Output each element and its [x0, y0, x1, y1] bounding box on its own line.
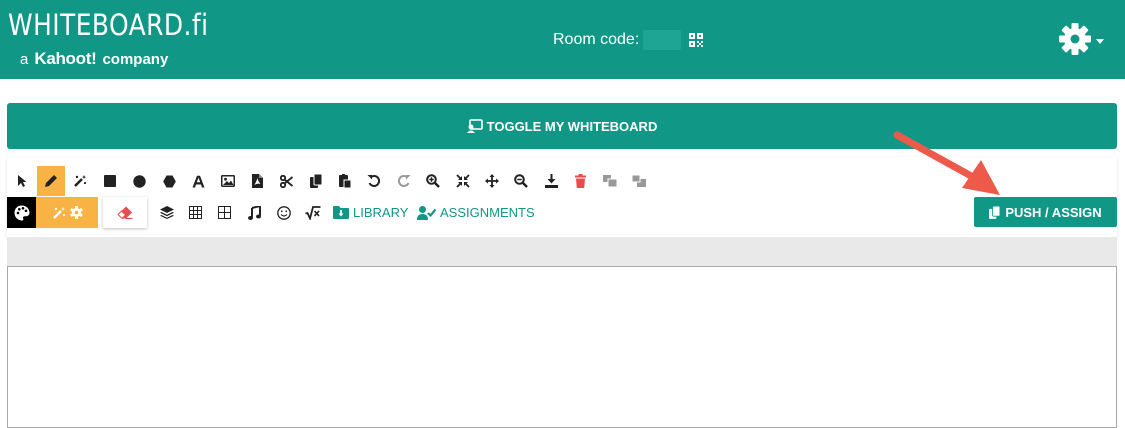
canvas-toolbar-spacer	[7, 237, 1117, 267]
image-tool[interactable]	[214, 166, 242, 196]
layers-icon	[160, 206, 174, 219]
chevron-down-icon	[1096, 38, 1104, 44]
compress-icon	[456, 174, 470, 188]
text-tool[interactable]	[184, 166, 212, 196]
square-icon	[104, 175, 116, 187]
logo-sub-company: company	[102, 51, 169, 68]
room-code-label: Room code:	[553, 31, 640, 48]
send-backward-tool[interactable]	[625, 166, 653, 196]
music-staff-button[interactable]	[241, 197, 267, 228]
gear-icon	[1059, 23, 1091, 55]
assignments-button[interactable]: ASSIGNMENTS	[417, 197, 535, 228]
scissors-icon	[279, 174, 293, 188]
hexagon-icon	[162, 175, 176, 187]
grid-dense-icon	[188, 206, 202, 219]
whiteboard-user-icon	[466, 119, 483, 133]
folder-download-icon	[333, 206, 349, 219]
library-button[interactable]: LIBRARY	[333, 197, 408, 228]
magic-pen-tool[interactable]	[66, 166, 94, 196]
smiley-icon	[277, 205, 291, 220]
copy-icon	[310, 174, 322, 188]
eraser-icon	[117, 206, 133, 219]
zoom-in-tool[interactable]	[419, 166, 447, 196]
color-palette-button[interactable]	[7, 197, 36, 228]
grid-dense-button[interactable]	[182, 197, 208, 228]
push-assign-label: PUSH / ASSIGN	[1005, 204, 1102, 220]
paste-tool[interactable]	[331, 166, 359, 196]
push-assign-button[interactable]: PUSH / ASSIGN	[974, 197, 1117, 227]
pointer-icon	[18, 175, 27, 187]
kahoot-brand: Kahoot!	[34, 49, 97, 68]
arrows-move-icon	[485, 174, 499, 188]
grid-icon	[217, 206, 231, 219]
text-icon	[192, 175, 204, 187]
download-icon	[544, 174, 558, 188]
toggle-label: TOGGLE MY WHITEBOARD	[486, 118, 658, 134]
fit-tool[interactable]	[449, 166, 477, 196]
library-label: LIBRARY	[353, 205, 409, 220]
redo-tool[interactable]	[390, 166, 418, 196]
paste-icon	[339, 174, 351, 188]
qr-code-icon[interactable]	[689, 33, 704, 47]
circle-tool[interactable]	[125, 166, 153, 196]
drawing-toolbar: LIBRARY ASSIGNMENTS PUSH / ASSIGN	[7, 157, 1117, 237]
pen-settings-button[interactable]	[36, 197, 98, 228]
cog-icon	[69, 206, 83, 219]
polygon-tool[interactable]	[155, 166, 183, 196]
copy-icon	[989, 205, 1001, 219]
pen-tool[interactable]	[37, 166, 65, 196]
image-icon	[221, 175, 235, 187]
math-formula-button[interactable]	[300, 197, 326, 228]
redo-icon	[397, 174, 411, 187]
room-code-value	[643, 30, 682, 50]
pdf-tool[interactable]	[243, 166, 271, 196]
logo-sub-a: a	[20, 51, 29, 68]
whiteboard-canvas[interactable]	[7, 266, 1117, 428]
bring-forward-tool[interactable]	[596, 166, 624, 196]
assignments-label: ASSIGNMENTS	[440, 205, 535, 220]
delete-tool[interactable]	[566, 166, 594, 196]
zoom-out-icon	[514, 174, 528, 188]
trash-icon	[574, 174, 586, 188]
palette-icon	[14, 205, 29, 220]
eraser-button[interactable]	[103, 197, 147, 228]
cut-tool[interactable]	[272, 166, 300, 196]
select-tool[interactable]	[8, 166, 36, 196]
file-pdf-icon	[251, 174, 263, 188]
download-tool[interactable]	[537, 166, 565, 196]
emoji-button[interactable]	[271, 197, 297, 228]
toggle-my-whiteboard-button[interactable]: TOGGLE MY WHITEBOARD	[7, 103, 1117, 149]
zoom-in-icon	[426, 174, 440, 188]
undo-tool[interactable]	[360, 166, 388, 196]
circle-icon	[132, 174, 146, 188]
magic-wand-icon	[74, 175, 87, 187]
layers-button[interactable]	[154, 197, 180, 228]
top-header: WHITEBOARD.fi a Kahoot! company Room cod…	[0, 0, 1125, 79]
send-backward-icon	[632, 175, 646, 187]
user-check-icon	[417, 205, 436, 220]
copy-tool[interactable]	[302, 166, 330, 196]
grid-button[interactable]	[211, 197, 237, 228]
music-note-icon	[247, 205, 261, 220]
move-tool[interactable]	[478, 166, 506, 196]
logo-text: WHITEBOARD.fi	[8, 8, 209, 42]
zoom-out-tool[interactable]	[507, 166, 535, 196]
settings-menu-button[interactable]	[1058, 22, 1104, 56]
logo-subtitle: a Kahoot! company	[20, 50, 168, 69]
pen-icon	[45, 175, 57, 187]
square-root-icon	[305, 205, 321, 220]
bring-forward-icon	[603, 175, 617, 187]
magic-wand-icon	[52, 206, 65, 219]
undo-icon	[367, 174, 381, 187]
room-code: Room code:	[553, 29, 704, 51]
rectangle-tool[interactable]	[96, 166, 124, 196]
